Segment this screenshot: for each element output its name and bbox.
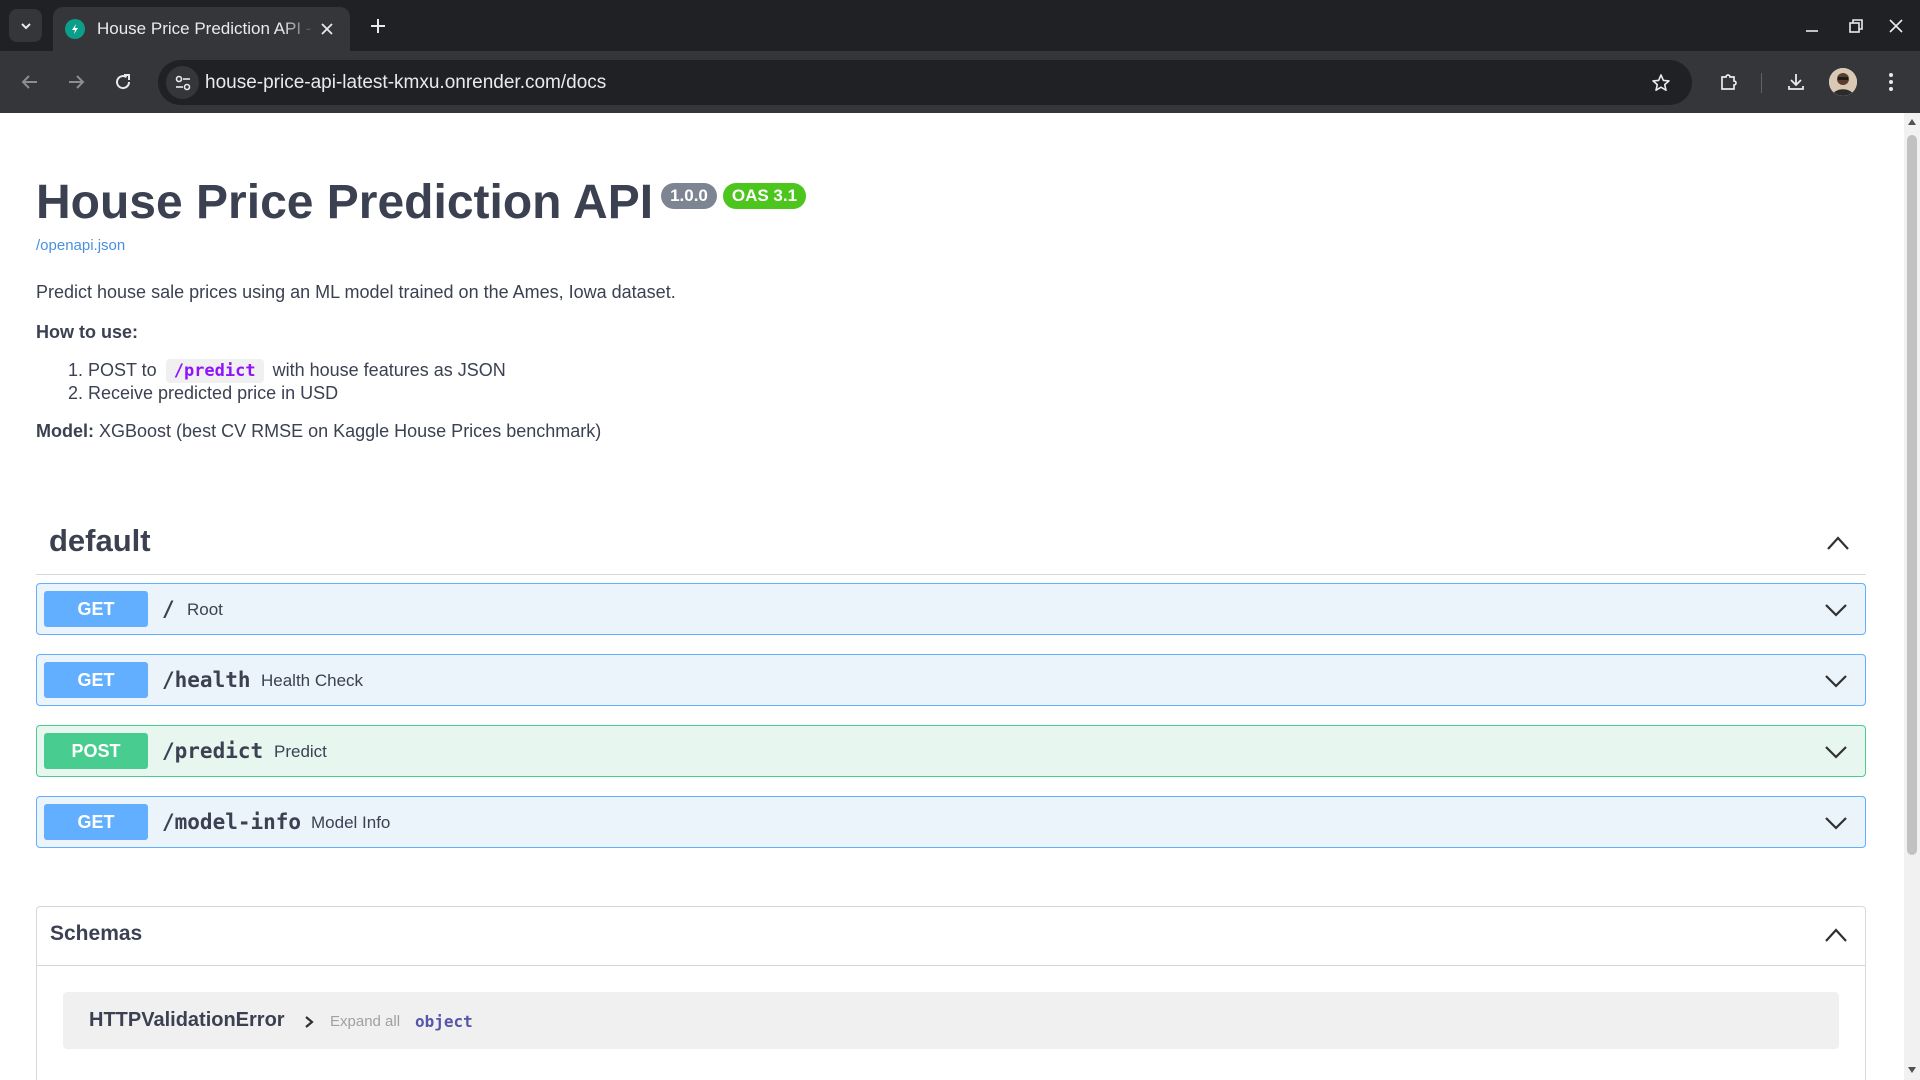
operation-path: / bbox=[162, 597, 175, 621]
page-title: House Price Prediction API bbox=[36, 176, 654, 229]
version-badge: 1.0.0 bbox=[661, 183, 717, 209]
tab-title: House Price Prediction API - Swagger UI bbox=[97, 19, 315, 38]
avatar-icon bbox=[1829, 68, 1857, 96]
schema-model-type: object bbox=[415, 1012, 473, 1031]
method-badge: GET bbox=[44, 662, 148, 698]
operation-path: /health bbox=[162, 668, 251, 692]
puzzle-icon bbox=[1721, 74, 1737, 90]
model-text: XGBoost (best CV RMSE on Kaggle House Pr… bbox=[99, 421, 602, 441]
page-scrollbar[interactable] bbox=[1904, 113, 1920, 1080]
tag-title: default bbox=[49, 523, 151, 558]
tab-search-button[interactable] bbox=[9, 9, 42, 42]
chevron-down-icon[interactable] bbox=[1822, 596, 1850, 624]
schemas-header[interactable]: Schemas bbox=[37, 907, 1865, 966]
new-tab-button[interactable] bbox=[364, 12, 392, 40]
scroll-up-icon[interactable] bbox=[1907, 117, 1917, 127]
operation-summary: Model Info bbox=[311, 813, 391, 832]
extensions-button[interactable] bbox=[1712, 66, 1744, 98]
model-line: Model: XGBoost (best CV RMSE on Kaggle H… bbox=[36, 420, 1236, 442]
back-button[interactable] bbox=[14, 66, 46, 98]
method-badge: GET bbox=[44, 591, 148, 627]
site-info-button[interactable] bbox=[166, 66, 199, 99]
download-icon bbox=[1788, 74, 1804, 90]
operation-get-model-info[interactable]: GET /model-info Model Info bbox=[36, 796, 1866, 848]
minimize-icon bbox=[1806, 30, 1818, 32]
usage-steps: POST to /predict with house features as … bbox=[88, 359, 1236, 404]
schema-model-httpvalidationerror[interactable]: HTTPValidationError Expand all object bbox=[63, 992, 1839, 1049]
usage-step-2: Receive predicted price in USD bbox=[88, 382, 1236, 404]
step-1-prefix: POST to bbox=[88, 360, 157, 380]
chevron-right-icon[interactable] bbox=[299, 1012, 319, 1032]
operation-summary: Root bbox=[187, 600, 223, 619]
description-text: Predict house sale prices using an ML mo… bbox=[36, 282, 676, 302]
tab-close-icon[interactable] bbox=[316, 18, 338, 40]
fastapi-favicon-icon bbox=[65, 19, 85, 39]
operation-summary: Predict bbox=[274, 742, 327, 761]
restore-icon bbox=[1849, 19, 1863, 33]
restore-button[interactable] bbox=[1840, 10, 1872, 42]
arrow-left-icon bbox=[21, 75, 37, 89]
operation-summary: Health Check bbox=[261, 671, 364, 690]
operation-path: /model-info bbox=[162, 810, 302, 834]
chevron-down-icon bbox=[20, 22, 31, 29]
bookmark-button[interactable] bbox=[1645, 67, 1677, 99]
toolbar-divider bbox=[1761, 73, 1762, 93]
close-window-button[interactable] bbox=[1880, 10, 1912, 42]
arrow-right-icon bbox=[69, 75, 85, 89]
chevron-down-icon[interactable] bbox=[1822, 738, 1850, 766]
close-icon bbox=[1889, 19, 1903, 33]
chevron-up-icon[interactable] bbox=[1824, 529, 1852, 557]
browser-tab[interactable]: House Price Prediction API - Swagger UI bbox=[53, 7, 350, 51]
tab-strip: House Price Prediction API - Swagger UI bbox=[0, 0, 1920, 51]
how-to-heading: How to use: bbox=[36, 322, 138, 342]
expand-all-button[interactable]: Expand all bbox=[330, 1013, 400, 1030]
schema-model-name[interactable]: HTTPValidationError bbox=[89, 1009, 285, 1032]
model-label: Model: bbox=[36, 421, 94, 441]
page-viewport: House Price Prediction API 1.0.0 OAS 3.1… bbox=[0, 113, 1920, 1080]
schemas-title: Schemas bbox=[50, 922, 143, 945]
scrollbar-thumb[interactable] bbox=[1907, 135, 1917, 855]
reload-button[interactable] bbox=[107, 66, 139, 98]
scroll-down-icon[interactable] bbox=[1907, 1065, 1917, 1075]
operation-get-root[interactable]: GET / Root bbox=[36, 583, 1866, 635]
reload-icon bbox=[116, 74, 131, 90]
downloads-button[interactable] bbox=[1780, 66, 1812, 98]
browser-chrome: House Price Prediction API - Swagger UI bbox=[0, 0, 1920, 113]
oas-badge: OAS 3.1 bbox=[722, 183, 807, 209]
operation-get-health[interactable]: GET /health Health Check bbox=[36, 654, 1866, 706]
star-icon bbox=[1652, 74, 1670, 91]
profile-avatar[interactable] bbox=[1829, 68, 1857, 96]
tag-default-header[interactable]: default bbox=[36, 511, 1866, 575]
chevron-down-icon[interactable] bbox=[1822, 667, 1850, 695]
tune-icon bbox=[175, 75, 190, 90]
operation-post-predict[interactable]: POST /predict Predict bbox=[36, 725, 1866, 777]
plus-icon bbox=[371, 19, 385, 33]
url-text[interactable]: house-price-api-latest-kmxu.onrender.com… bbox=[205, 72, 606, 94]
browser-toolbar: house-price-api-latest-kmxu.onrender.com… bbox=[0, 51, 1920, 113]
info-header: House Price Prediction API 1.0.0 OAS 3.1 bbox=[36, 175, 807, 231]
method-badge: GET bbox=[44, 804, 148, 840]
browser-menu-button[interactable] bbox=[1875, 66, 1907, 98]
more-vert-icon bbox=[1889, 73, 1893, 91]
schemas-section: Schemas HTTPValidationError Expand all o… bbox=[36, 906, 1866, 1080]
method-badge: POST bbox=[44, 733, 148, 769]
operation-path: /predict bbox=[162, 739, 264, 763]
step-1-suffix: with house features as JSON bbox=[272, 360, 506, 380]
api-description: Predict house sale prices using an ML mo… bbox=[36, 281, 1236, 460]
usage-step-1: POST to /predict with house features as … bbox=[88, 359, 1236, 383]
forward-button[interactable] bbox=[60, 66, 92, 98]
minimize-button[interactable] bbox=[1796, 10, 1828, 42]
address-bar[interactable]: house-price-api-latest-kmxu.onrender.com… bbox=[158, 60, 1692, 105]
predict-code-chip: /predict bbox=[165, 359, 264, 383]
openapi-json-link[interactable]: /openapi.json bbox=[36, 237, 125, 254]
chevron-down-icon[interactable] bbox=[1822, 809, 1850, 837]
chevron-up-icon[interactable] bbox=[1822, 921, 1850, 949]
